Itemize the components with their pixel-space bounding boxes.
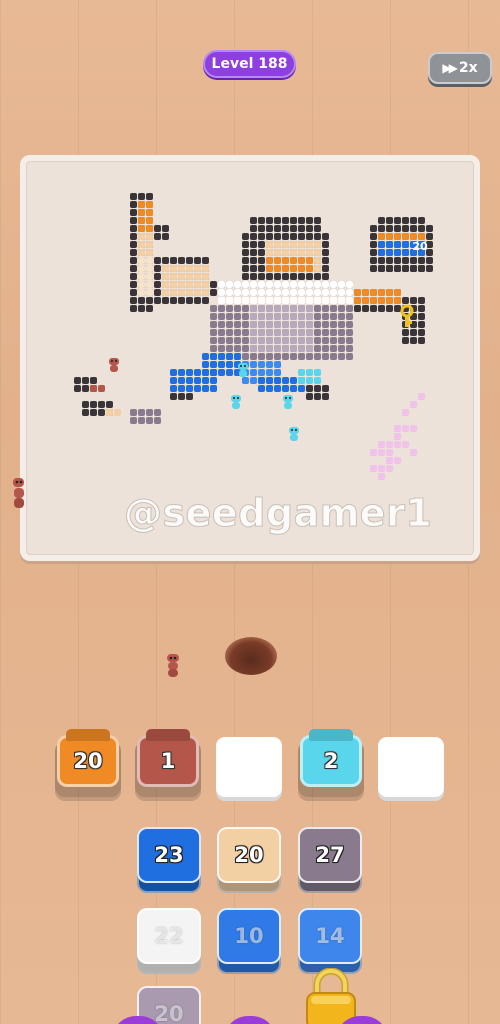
slot-count: 20 — [57, 735, 119, 787]
slot-cap — [146, 729, 190, 741]
slot-count: 2 — [300, 735, 362, 787]
speed-label: 2x — [458, 60, 478, 76]
padlock-icon[interactable] — [303, 968, 359, 1024]
empty-slot[interactable] — [378, 737, 444, 797]
filled-slot[interactable]: 20 — [55, 729, 121, 797]
slot-count: 1 — [137, 735, 199, 787]
tile-count: 14 — [298, 908, 362, 964]
filled-slot[interactable]: 1 — [135, 729, 201, 797]
ant-hole — [225, 637, 277, 675]
tile-count: 27 — [298, 827, 362, 883]
level-badge: Level 188 — [203, 50, 296, 78]
speed-toggle-button[interactable]: ▶▶ 2x — [428, 52, 492, 84]
bottom-button[interactable] — [224, 1016, 276, 1024]
empty-slot[interactable] — [216, 737, 282, 797]
tile-button[interactable]: 23 — [137, 827, 201, 893]
watermark: @seedgamer1 — [123, 491, 433, 536]
coin-value: 20 — [412, 240, 428, 253]
tile-count: 10 — [217, 908, 281, 964]
tile-button[interactable]: 27 — [298, 827, 362, 893]
tile-count: 20 — [217, 827, 281, 883]
tile-count: 23 — [137, 827, 201, 883]
ant-character — [13, 478, 24, 508]
locked-tile: 22 — [137, 908, 201, 974]
filled-slot[interactable]: 2 — [298, 729, 364, 797]
locked-tile: 14 — [298, 908, 362, 974]
ant-character — [167, 654, 179, 677]
tile-button[interactable]: 20 — [217, 827, 281, 893]
tile-count: 22 — [137, 908, 201, 964]
slot-cap — [309, 729, 353, 741]
locked-tile: 10 — [217, 908, 281, 974]
fast-forward-icon: ▶▶ — [442, 61, 458, 75]
puzzle-board: 20 @seedgamer1 — [20, 155, 480, 561]
slot-cap — [66, 729, 110, 741]
